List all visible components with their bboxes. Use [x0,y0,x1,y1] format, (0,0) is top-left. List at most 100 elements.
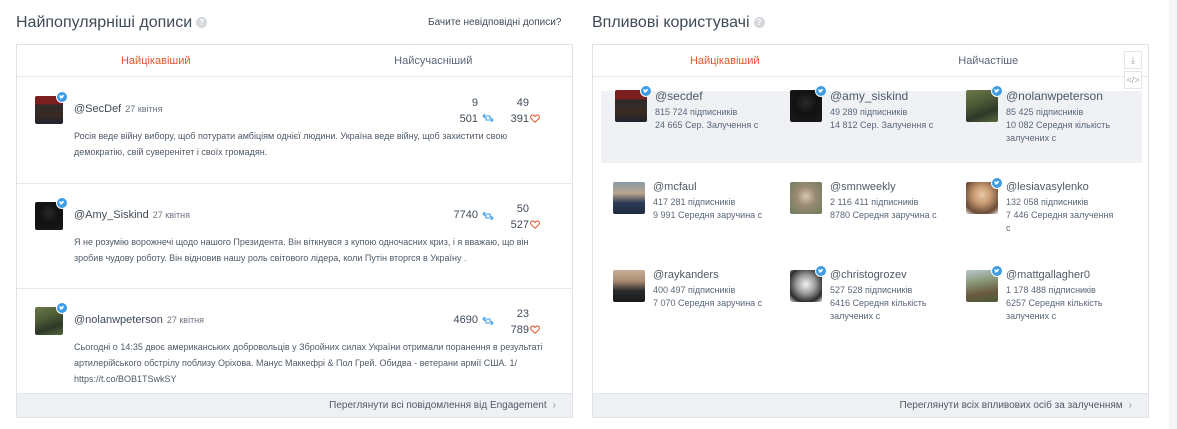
twitter-icon [815,265,827,277]
influencer-card[interactable]: @raykanders 400 497 підписників 7 070 Се… [613,269,788,330]
twitter-icon [991,85,1003,97]
engagement-stat: 6257 Середня кількість [1006,298,1103,308]
followers-count: 2 116 411 підписників [830,197,919,207]
view-all-posts-link[interactable]: Переглянути всі повідомлення від Engagem… [17,393,572,417]
engagement-stat-cont: залучених с [830,311,881,321]
view-all-influencers-link[interactable]: Переглянути всіх впливових осіб за залуч… [593,393,1148,417]
view-all-influencers-label: Переглянути всіх впливових осіб за залуч… [899,400,1123,411]
influencers-panel: Найцікавіший Найчастіше ⤓ </> @secdef 81… [592,44,1149,418]
engagement-stat: 10 082 Середня кількість [1006,120,1111,130]
influencer-card[interactable]: @lesiavasylenko 132 058 підписників 7 44… [966,177,1141,242]
engagement-stat: 14 812 Сер. Залучення с [830,120,934,130]
tab-most-interesting[interactable]: Найцікавіший [17,45,295,76]
post-author[interactable]: @SecDef 27 квітня [74,103,162,115]
chevron-right-icon: › [552,400,556,411]
followers-count: 85 425 підписників [1006,107,1084,117]
post-item[interactable]: @Amy_Siskind 27 квітня 7740 50 527 Я не р… [17,184,572,289]
post-handle[interactable]: @Amy_Siskind [74,209,149,221]
influencer-handle[interactable]: @mattgallagher0 [1006,269,1090,281]
influencer-card[interactable]: @smnweekly 2 116 411 підписників 8780 Се… [790,181,965,242]
avatar[interactable] [35,91,68,124]
post-date: 27 квітня [166,315,205,325]
avatar[interactable] [790,265,827,302]
influencer-card[interactable]: @amy_siskind 49 289 підписників 14 812 С… [790,85,965,150]
influencer-card[interactable]: @secdef 815 724 підписників 24 665 Сер. … [615,85,790,150]
help-icon[interactable]: ? [196,17,208,29]
post-item[interactable]: @nolanwpeterson 27 квітня 4690 23 789 Сьо… [17,289,572,395]
influencer-handle[interactable]: @lesiavasylenko [1006,181,1089,193]
engagement-stat-cont: с [1006,223,1011,233]
influencer-handle[interactable]: @mcfaul [653,181,697,193]
engagement-stat: 7 446 Середня залучення [1006,210,1114,220]
post-handle[interactable]: @SecDef [74,103,121,115]
engagement-stat: 24 665 Сер. Залучення с [655,120,759,130]
twitter-icon [815,85,827,97]
avatar[interactable] [35,197,68,230]
avatar[interactable] [966,265,1003,302]
engagement-stat: 7 070 Середня заручина с [653,298,763,308]
engagement-stat: 9 991 Середня заручина с [653,210,763,220]
like-count: 49 391 [510,97,529,125]
popular-posts-panel: Найцікавіший Найсучасніший @SecDef 27 кві… [16,44,573,418]
influencer-handle[interactable]: @smnweekly [830,181,896,193]
influencers-title: Впливові користувачі? [592,14,765,32]
panel-tools: ⤓ </> [1124,51,1142,91]
download-icon[interactable]: ⤓ [1124,51,1142,69]
avatar[interactable] [613,182,645,214]
retweet-icon [482,211,494,221]
retweet-count: 9 501 [459,97,478,125]
avatar[interactable] [35,302,68,335]
post-text: Сьогодні о 14:35 двоє американських добр… [74,342,543,384]
code-icon[interactable]: </> [1124,71,1142,89]
post-date: 27 квітня [125,104,163,114]
avatar[interactable] [966,177,1003,214]
followers-count: 527 528 підписників [830,285,913,295]
retweet-count: 4690 [453,314,478,326]
popular-posts-title: Найпопулярніші дописи? [16,14,208,32]
influencer-handle[interactable]: @amy_siskind [830,89,908,103]
popular-posts-title-text: Найпопулярніші дописи [16,14,193,31]
tab-most-recent[interactable]: Найсучасніший [295,45,573,76]
influencer-card[interactable]: @mattgallagher0 1 178 488 підписників 62… [966,265,1141,330]
influencer-card[interactable]: @mcfaul 417 281 підписників 9 991 Середн… [613,181,788,242]
avatar[interactable] [613,270,645,302]
avatar[interactable] [966,85,1003,122]
post-date: 27 квітня [152,210,190,220]
heart-icon [530,325,540,334]
retweet-icon [482,113,494,123]
post-author[interactable]: @nolanwpeterson 27 квітня [74,314,204,326]
heart-icon [530,114,540,123]
avatar[interactable] [615,85,652,122]
twitter-icon [56,197,68,209]
engagement-stat-cont: залучених с [1006,133,1057,143]
chevron-right-icon: › [1128,400,1132,411]
influencer-handle[interactable]: @christogrozev [830,269,907,281]
followers-count: 1 178 488 підписників [1006,285,1096,295]
help-icon[interactable]: ? [753,17,765,29]
influencer-handle[interactable]: @raykanders [653,269,719,281]
influencer-handle[interactable]: @secdef [655,89,703,103]
post-text: Росія веде війну вибору, щоб потурати ам… [74,131,508,157]
irrelevant-posts-link[interactable]: Бачите невідповідні дописи? [428,17,561,28]
influencer-handle[interactable]: @nolanwpeterson [1006,89,1103,103]
influencers-title-text: Впливові користувачі [592,14,750,31]
retweet-icon [482,316,494,326]
post-handle[interactable]: @nolanwpeterson [74,314,163,326]
posts-tabs: Найцікавіший Найсучасніший [17,45,572,77]
post-item[interactable]: @SecDef 27 квітня 9 501 49 391 Росія веде… [17,78,572,184]
engagement-stat: 6416 Середня кількість [830,298,927,308]
influencer-card[interactable]: @christogrozev 527 528 підписників 6416 … [790,265,965,330]
like-count: 23 789 [510,308,529,336]
tab-most-interesting[interactable]: Найцікавіший [593,45,857,76]
tab-most-frequent[interactable]: Найчастіше [857,45,1121,76]
avatar[interactable] [790,182,822,214]
post-text: Я не розумію ворожнечі щодо нашого Прези… [74,237,529,263]
post-author[interactable]: @Amy_Siskind 27 квітня [74,209,190,221]
followers-count: 417 281 підписників [653,197,736,207]
scrollbar[interactable] [1169,0,1177,429]
influencer-card[interactable]: @nolanwpeterson 85 425 підписників 10 08… [966,85,1141,150]
twitter-icon [991,265,1003,277]
heart-icon [530,220,540,229]
avatar[interactable] [790,85,827,122]
twitter-icon [56,302,68,314]
